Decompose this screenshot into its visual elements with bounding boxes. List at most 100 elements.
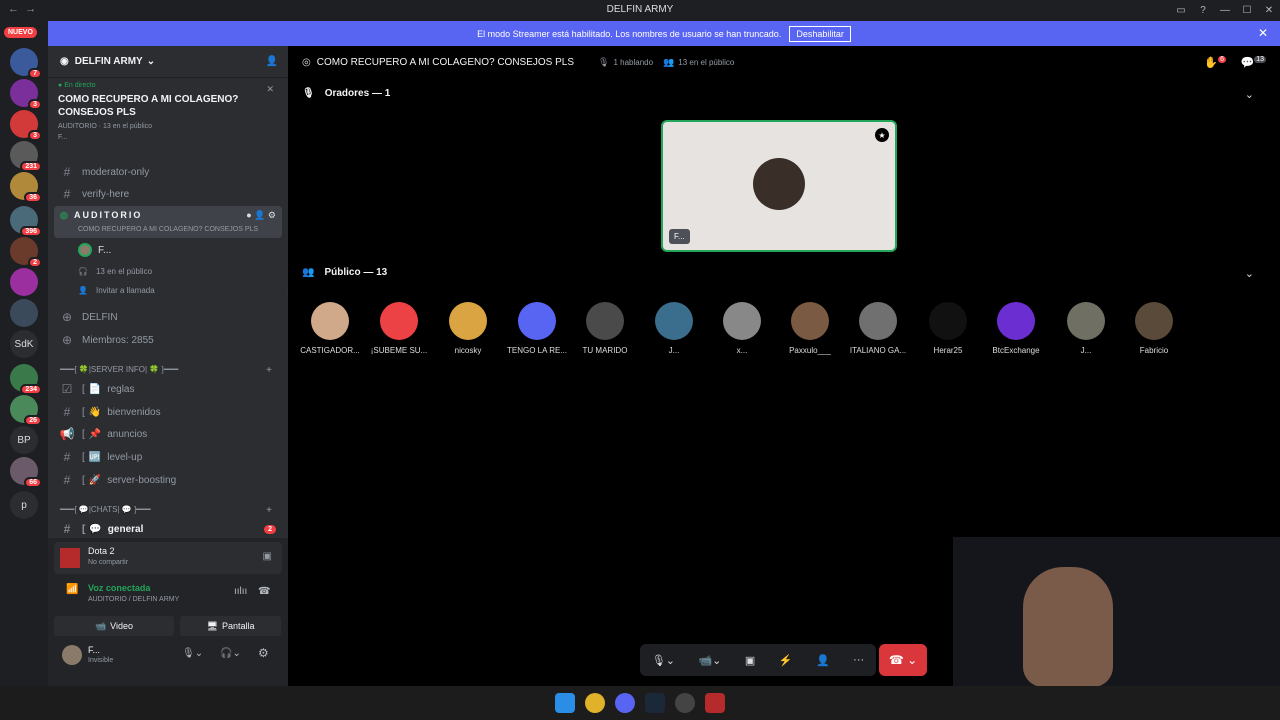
audience-member[interactable]: BtcExchange [986,302,1046,355]
audience-member[interactable]: J... [644,302,704,355]
server-badge: 2 [28,257,42,268]
add-member-icon[interactable]: 👤 [266,56,278,67]
close-window-icon[interactable]: ✕ [1258,5,1280,16]
invite-to-call[interactable]: 👤Invitar a llamada› [78,280,300,300]
server-icon[interactable]: 231 [10,141,42,172]
category-server-info[interactable]: ━━━[ 🍀|SERVER INFO| 🍀 ]━━━ + [60,365,280,376]
add-channel-icon[interactable]: + [266,365,272,376]
channel-anuncios[interactable]: 📢[📌 anuncios [58,424,280,444]
audience-member[interactable]: ITALIANO GA... [848,302,908,355]
voice-status[interactable]: Voz conectada [88,583,150,593]
server-icon[interactable]: 234 [10,364,42,395]
avatar [655,302,693,340]
audience-member[interactable]: x... [712,302,772,355]
add-channel-icon[interactable]: + [266,505,272,516]
audience-member[interactable]: Paxxulo___ [780,302,840,355]
channel-level-up[interactable]: #[🆙 level-up [58,447,280,467]
help-icon[interactable]: ? [1192,5,1214,16]
avatar [380,302,418,340]
server-icon[interactable] [10,268,38,296]
avatar [929,302,967,340]
stage-sub: COMO RECUPERO A MI COLAGENO? CONSEJOS PL… [78,226,259,233]
more-icon[interactable]: ··· [853,654,864,666]
minimize-icon[interactable]: — [1214,5,1236,16]
stage-speaker[interactable]: F... [78,240,300,260]
activity-icon[interactable]: ⚡ [779,654,793,667]
activity-card[interactable]: Dota 2 No compartir ▣ [54,542,282,574]
chevron-down-icon[interactable]: ⌄ [1245,88,1254,101]
audience-name: Fabricio [1139,346,1169,355]
server-icon[interactable]: 396 [10,206,42,237]
channel-reglas[interactable]: ☑[📄 reglas [58,379,280,399]
disconnect-icon[interactable]: ☎ [258,586,270,597]
dota-icon[interactable] [705,693,725,713]
avatar [586,302,624,340]
video-button[interactable]: 📹 Video [54,616,174,636]
disable-streamer-button[interactable]: Deshabilitar [789,25,851,42]
avatar[interactable] [62,645,82,665]
recorder-icon[interactable] [675,693,695,713]
speaker-tile[interactable]: ★ F... [661,120,897,252]
gear-icon[interactable]: ⚙ [268,210,276,220]
speaker-name: F... [98,244,112,256]
server-icon[interactable]: 2 [10,237,42,268]
server-icon[interactable]: 3 [10,79,42,110]
headphones-icon[interactable]: 🎧⌄ [220,648,241,659]
invite-icon[interactable]: 👤 [254,210,265,220]
gear-icon[interactable]: ⚙ [258,646,269,660]
audience-member[interactable]: TENGO LA RE... [507,302,567,355]
audience-member[interactable]: J... [1056,302,1116,355]
channel-general[interactable]: #[💬 general 2 [58,519,280,539]
microphone-icon[interactable]: 🎙⌄ [182,648,203,659]
maximize-icon[interactable]: ☐ [1236,5,1258,16]
discord-icon[interactable] [615,693,635,713]
inbox-icon[interactable]: ▭ [1170,5,1192,16]
noise-suppression-icon[interactable]: ıılıı [234,586,247,597]
chat-icon[interactable]: ● [246,210,251,220]
audience-member[interactable]: ¡SUBEME SU... [369,302,429,355]
category-chats[interactable]: ━━━[ 💬|CHATS| 💬 ]━━━ + [60,505,280,516]
windows-start-icon[interactable] [555,693,575,713]
stage-channel-auditorio[interactable]: ◎ AUDITORIO COMO RECUPERO A MI COLAGENO?… [54,206,282,238]
channel-server-boosting[interactable]: #[🚀 server-boosting [58,470,280,490]
audience-member[interactable]: Fabricio [1124,302,1184,355]
screen-share-icon[interactable]: ▣ [745,654,755,667]
new-badge[interactable]: NUEVO [4,27,37,38]
channel-moderator-only[interactable]: # moderator-only [58,162,280,182]
channel-label: general [107,523,144,535]
video-off-icon[interactable]: 📹⌄ [698,654,721,667]
server-icon[interactable]: p [10,491,38,519]
server-icon[interactable]: 3 [10,110,42,141]
chevron-down-icon[interactable]: ⌄ [1245,267,1254,280]
server-header[interactable]: ◉ DELFIN ARMY ⌄ 👤 [48,46,288,78]
screen-share-icon[interactable]: ▣ [263,551,272,562]
close-icon[interactable]: ✕ [1258,26,1268,40]
channel-verify-here[interactable]: # verify-here [58,184,280,204]
steam-icon[interactable] [645,693,665,713]
channel-bienvenidos[interactable]: #[👋 bienvenidos [58,402,280,422]
server-icon[interactable]: BP [10,426,38,454]
audience-member[interactable]: Herar25 [918,302,978,355]
microphone-icon[interactable]: 🎙⌄ [652,654,675,667]
server-icon[interactable] [10,299,38,327]
invite-icon[interactable]: 👤 [816,654,830,667]
server-icon[interactable]: SdK [10,330,38,358]
hang-up-button[interactable]: ☎ ⌄ [879,644,927,676]
audience-member[interactable]: CASTIGADOR... [300,302,360,355]
server-icon[interactable]: 7 [10,48,42,79]
chrome-icon[interactable] [585,693,605,713]
raise-hand-icon[interactable]: ✋ 6 [1204,56,1226,69]
audience-member[interactable]: TU MARIDO [575,302,635,355]
delfin-item[interactable]: ⊕ DELFIN [58,307,280,327]
server-icon[interactable]: 36 [10,172,42,203]
server-icon[interactable]: 66 [10,457,42,488]
stage-audience[interactable]: 🎧 13 en el público [78,261,300,281]
screen-button[interactable]: 🖥 Pantalla [180,616,281,636]
close-live-icon[interactable]: ✕ [266,84,274,95]
server-icon[interactable]: 26 [10,395,42,426]
members-item[interactable]: ⊕ Miembros: 2855 [58,330,280,350]
live-stage-card[interactable]: ● En directo COMO RECUPERO A MI COLAGENO… [58,82,278,141]
audience-member[interactable]: nicosky [438,302,498,355]
banner-text: El modo Streamer está habilitado. Los no… [477,28,782,39]
chat-icon[interactable]: 💬 13 [1241,56,1266,69]
